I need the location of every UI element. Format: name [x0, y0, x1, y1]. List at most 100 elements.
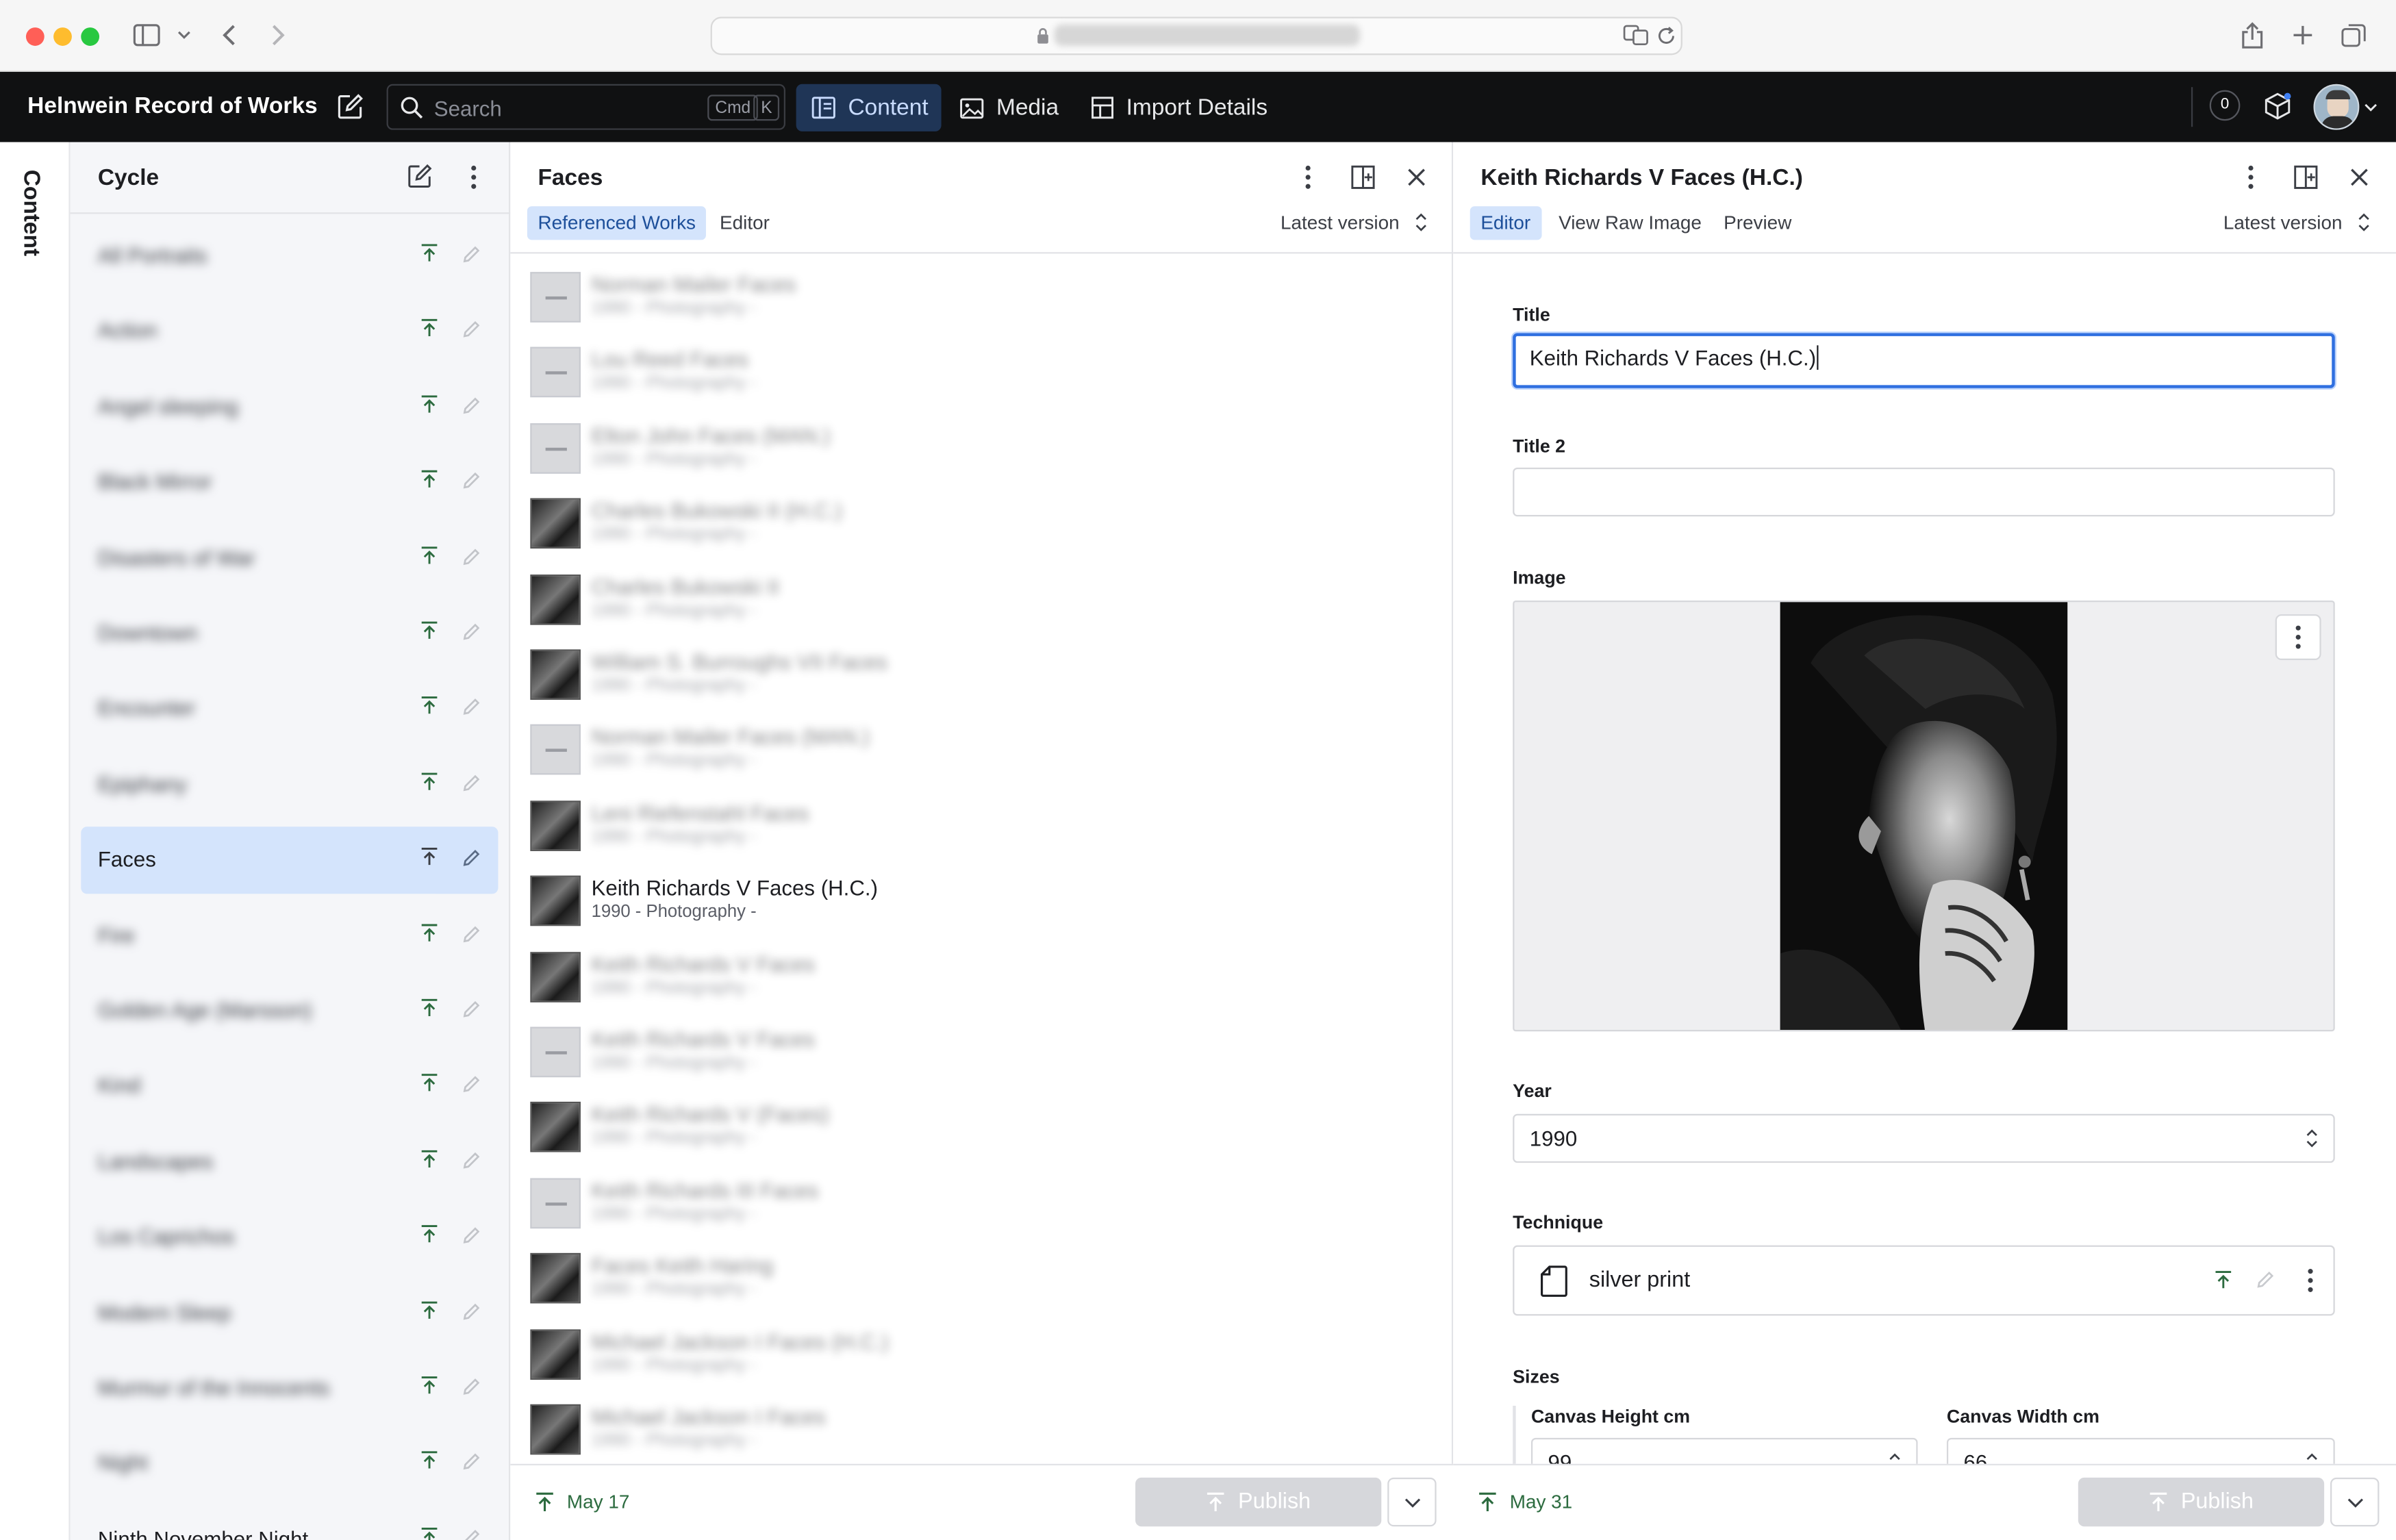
cycle-list-item[interactable]: Faces [81, 826, 499, 894]
subtab-referenced-works[interactable]: Referenced Works [527, 206, 707, 240]
cycle-list-item[interactable]: Golden Age (Marsson) [81, 978, 498, 1045]
package-icon[interactable] [2263, 92, 2292, 121]
referenced-work-row[interactable]: Keith Richards V Faces 1990 - Photography… [530, 1018, 1432, 1085]
referenced-work-row[interactable]: William S. Burroughs VII Faces 1990 - Pho… [530, 640, 1432, 707]
referenced-work-row[interactable]: Norman Mailer Faces 1990 - Photography - [530, 263, 1432, 330]
work-thumbnail [530, 272, 581, 323]
tab-content[interactable]: Content [796, 84, 942, 131]
subtab-preview[interactable]: Preview [1713, 206, 1802, 240]
edit-status-icon [2256, 1270, 2275, 1289]
title-input[interactable]: Keith Richards V Faces (H.C.) [1513, 333, 2335, 388]
compose-icon[interactable] [407, 164, 433, 190]
cycle-list-item[interactable]: Kind [81, 1053, 498, 1120]
cycle-list-item[interactable]: Modern Sleep [81, 1280, 498, 1347]
subtab-editor[interactable]: Editor [709, 206, 780, 240]
work-thumbnail [530, 422, 581, 474]
more-vertical-icon[interactable] [470, 165, 477, 190]
cycle-list-item[interactable]: Black Mirror [81, 449, 498, 516]
forward-icon[interactable] [270, 23, 286, 47]
chevron-up-down-icon[interactable] [1415, 212, 1427, 232]
navbar-divider [2191, 87, 2193, 127]
technique-reference[interactable]: silver print [1513, 1245, 2335, 1316]
image-options-button[interactable] [2275, 614, 2321, 661]
reload-icon[interactable] [1656, 26, 1676, 46]
cycle-list-item[interactable]: Downtown [81, 601, 498, 668]
tasks-count-badge[interactable]: 0 [2209, 90, 2241, 121]
publish-button[interactable]: Publish [2078, 1477, 2325, 1527]
more-vertical-icon[interactable] [1305, 165, 1311, 190]
edit-status-icon [462, 773, 481, 793]
compose-icon[interactable] [336, 93, 364, 121]
title2-input[interactable] [1513, 467, 2335, 517]
tab-media[interactable]: Media [944, 84, 1074, 131]
cycle-list-item[interactable]: Night [81, 1431, 498, 1498]
close-icon[interactable] [2350, 168, 2369, 186]
referenced-work-row[interactable]: Michael Jackson I Faces 1990 - Photograph… [530, 1395, 1432, 1462]
artwork-image [1780, 602, 2068, 1031]
minimize-window-button[interactable] [53, 27, 72, 46]
image-field[interactable] [1513, 600, 2335, 1032]
version-select[interactable]: Latest version [1281, 212, 1400, 233]
cycle-list-item[interactable]: Ninth November Night [81, 1506, 498, 1540]
tab-overview-icon[interactable] [2341, 23, 2367, 49]
work-title: Charles Bukowski II (H.C.) [591, 498, 842, 523]
cycle-list-item[interactable]: Disasters of War [81, 525, 498, 592]
split-pane-icon[interactable] [1351, 165, 1376, 190]
pane-title-faces: Faces [538, 165, 603, 191]
cycle-list-item[interactable]: Encounter [81, 676, 498, 743]
sidebar-tab-content[interactable]: Content [18, 170, 45, 256]
work-thumbnail [530, 498, 581, 549]
cycle-list-item[interactable]: Epiphany [81, 751, 498, 818]
cycle-list-item[interactable]: Action [81, 299, 498, 366]
referenced-work-row[interactable]: Norman Mailer Faces (MAN.) 1990 - Photogr… [530, 716, 1432, 783]
share-icon[interactable] [2240, 21, 2265, 50]
referenced-work-row[interactable]: Leni Riefenstahl Faces 1990 - Photography… [530, 791, 1432, 858]
split-pane-icon[interactable] [2293, 165, 2318, 190]
close-icon[interactable] [1407, 168, 1426, 186]
publish-menu-button[interactable] [2330, 1477, 2380, 1527]
subtab-editor[interactable]: Editor [1470, 206, 1541, 240]
cycle-list-item[interactable]: Los Caprichos [81, 1204, 498, 1272]
more-vertical-icon[interactable] [2308, 1268, 2314, 1293]
cycle-list-item[interactable]: Angel sleeping [81, 374, 498, 441]
publish-menu-button[interactable] [1387, 1477, 1437, 1527]
sidebar-toggle-icon[interactable] [133, 23, 160, 47]
referenced-work-row[interactable]: Lou Reed Faces 1990 - Photography - [530, 338, 1432, 405]
zoom-window-button[interactable] [81, 27, 100, 46]
cycle-list-item[interactable]: Fire [81, 902, 498, 970]
more-vertical-icon[interactable] [2248, 165, 2254, 190]
edit-status-icon [462, 1226, 481, 1246]
publish-button[interactable]: Publish [1135, 1477, 1382, 1527]
translate-icon[interactable] [1623, 25, 1650, 46]
cycle-item-label: Kind [97, 1073, 141, 1098]
work-subtitle: 1990 - Photography - [591, 903, 757, 922]
close-window-button[interactable] [25, 27, 45, 46]
document-title: Keith Richards V Faces (H.C.) [1480, 165, 1803, 191]
referenced-work-row[interactable]: Elton John Faces (MAN.) 1990 - Photograph… [530, 414, 1432, 481]
published-status-icon [420, 1073, 439, 1093]
referenced-work-row[interactable]: Charles Bukowski II 1990 - Photography - [530, 565, 1432, 632]
chevron-down-icon[interactable] [2364, 103, 2378, 114]
cycle-list-item[interactable]: Landscapes [81, 1129, 498, 1196]
referenced-work-row[interactable]: Faces Keith Haring 1990 - Photography - [530, 1244, 1432, 1311]
chevron-up-down-icon[interactable] [2358, 212, 2370, 232]
back-icon[interactable] [222, 23, 237, 47]
referenced-work-row[interactable]: Keith Richards III Faces 1990 - Photograp… [530, 1169, 1432, 1236]
subtab-view-raw-image[interactable]: View Raw Image [1548, 206, 1713, 240]
new-tab-icon[interactable] [2292, 25, 2313, 46]
search-input[interactable]: Search Cmd K [386, 84, 785, 130]
chevron-down-icon[interactable] [177, 29, 191, 41]
browser-toolbar [0, 0, 2396, 72]
tab-import-details[interactable]: Import Details [1076, 84, 1283, 131]
year-input[interactable]: 1990 [1513, 1113, 2335, 1163]
workspace-title[interactable]: Helnwein Record of Works [27, 93, 317, 119]
cycle-list-item[interactable]: All Portraits [81, 223, 498, 290]
referenced-work-row[interactable]: Keith Richards V Faces 1990 - Photography… [530, 942, 1432, 1009]
referenced-work-row[interactable]: Keith Richards V Faces (H.C.) 1990 - Phot… [530, 867, 1432, 934]
version-select[interactable]: Latest version [2223, 212, 2343, 233]
referenced-work-row[interactable]: Keith Richards V (Faces) 1990 - Photograp… [530, 1093, 1432, 1160]
cycle-list-item[interactable]: Murmur of the Innocents [81, 1355, 498, 1422]
referenced-work-row[interactable]: Charles Bukowski II (H.C.) 1990 - Photogr… [530, 489, 1432, 556]
user-avatar[interactable] [2313, 84, 2360, 130]
referenced-work-row[interactable]: Michael Jackson I Faces (H.C.) 1990 - Pho… [530, 1320, 1432, 1387]
